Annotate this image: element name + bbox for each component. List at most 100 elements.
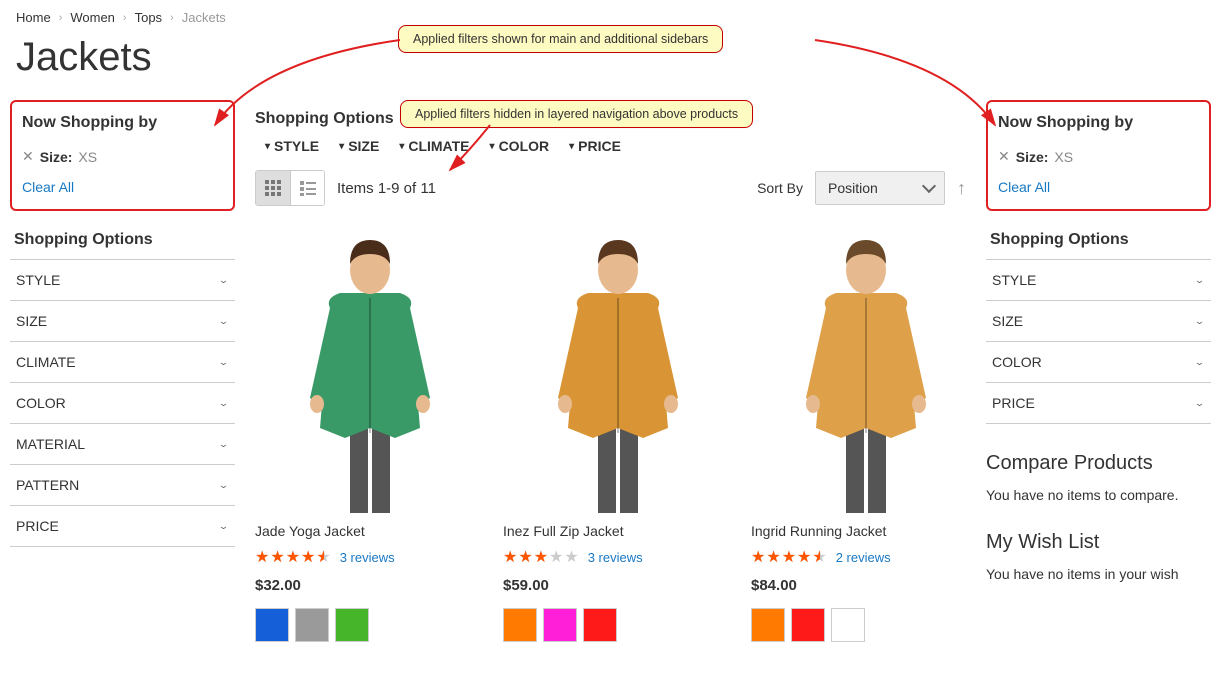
product-image[interactable] <box>751 228 981 513</box>
filter-value: XS <box>78 149 97 165</box>
star-rating: ★★★★★★★★★★ <box>255 547 332 567</box>
hfilter-color[interactable]: ▾ COLOR <box>490 138 550 154</box>
applied-filter-size: ✕ Size: XS <box>998 148 1199 165</box>
close-icon[interactable]: ✕ <box>998 148 1010 165</box>
grid-view-button[interactable] <box>256 171 290 205</box>
product-name[interactable]: Jade Yoga Jacket <box>255 523 485 539</box>
color-swatch[interactable] <box>543 608 577 642</box>
color-swatch[interactable] <box>583 608 617 642</box>
color-swatch[interactable] <box>255 608 289 642</box>
right-options-list: STYLE ⌄ SIZE⌄COLOR⌄ PRICE ⌄ <box>986 259 1211 424</box>
hfilter-price[interactable]: ▾ PRICE <box>569 138 621 154</box>
color-swatch[interactable] <box>335 608 369 642</box>
rating-row: ★★★★★★★★★★ 3 reviews <box>255 547 485 567</box>
color-swatch[interactable] <box>751 608 785 642</box>
chevron-down-icon: ⌄ <box>218 520 229 531</box>
product-card: Ingrid Running Jacket ★★★★★★★★★★2 reviews… <box>751 228 981 642</box>
filter-option-style[interactable]: STYLE ⌄ <box>986 260 1211 301</box>
breadcrumbs: Home›Women›Tops›Jackets <box>0 0 1221 25</box>
breadcrumb-women[interactable]: Women <box>70 10 115 25</box>
chevron-down-icon: ⌄ <box>218 479 229 490</box>
breadcrumb-home[interactable]: Home <box>16 10 51 25</box>
filter-label: COLOR <box>992 354 1042 370</box>
color-swatch[interactable] <box>791 608 825 642</box>
filter-option-climate[interactable]: CLIMATE ⌄ <box>10 342 235 383</box>
now-shopping-title: Now Shopping by <box>998 114 1199 132</box>
reviews-link[interactable]: 2 reviews <box>836 550 891 565</box>
hfilter-style[interactable]: ▾STYLE <box>265 138 319 154</box>
chevron-right-icon: › <box>123 12 127 24</box>
reviews-link[interactable]: 3 reviews <box>340 550 395 565</box>
filter-label: Size: <box>1016 149 1049 165</box>
chevron-right-icon: › <box>170 12 174 24</box>
filter-option-price[interactable]: PRICE ⌄ <box>10 506 235 547</box>
product-card: Inez Full Zip Jacket★★★★★★★★★★3 reviews$… <box>503 228 733 642</box>
filter-label: CLIMATE <box>16 354 76 370</box>
toolbar: Items 1-9 of 11 Sort By Position ↑ <box>255 170 966 206</box>
shopping-options-title: Shopping Options <box>14 231 235 249</box>
hfilter-label: PRICE <box>578 138 621 154</box>
chevron-down-icon: ⌄ <box>218 315 229 326</box>
hfilter-label: COLOR <box>499 138 550 154</box>
hfilter-label: CLIMATE <box>408 138 469 154</box>
now-shopping-right: Now Shopping by ✕ Size: XS Clear All <box>986 100 1211 211</box>
filter-label: PRICE <box>992 395 1035 411</box>
chevron-down-icon: ⌄ <box>218 274 229 285</box>
chevron-down-icon: ⌄ <box>1194 397 1205 408</box>
filter-option-pattern[interactable]: PATTERN ⌄ <box>10 465 235 506</box>
left-options-list: STYLE⌄SIZE⌄CLIMATE⌄COLOR⌄MATERIAL⌄PATTER… <box>10 259 235 547</box>
shopping-options-title: Shopping Options <box>990 231 1211 249</box>
filter-label: PRICE <box>16 518 59 534</box>
filter-option-size[interactable]: SIZE⌄ <box>986 301 1211 342</box>
clear-all-link[interactable]: Clear All <box>22 179 223 195</box>
product-image[interactable] <box>503 228 733 513</box>
product-grid: Jade Yoga Jacket★★★★★★★★★★3 reviews$32.0… <box>255 228 966 642</box>
filter-option-color[interactable]: COLOR⌄ <box>10 383 235 424</box>
color-swatches <box>255 608 485 642</box>
now-shopping-title: Now Shopping by <box>22 114 223 132</box>
filter-option-size[interactable]: SIZE⌄ <box>10 301 235 342</box>
left-sidebar: Now Shopping by ✕ Size: XS Clear All Sho… <box>10 100 235 642</box>
sort-select[interactable]: Position <box>815 171 945 205</box>
chevron-down-icon: ⌄ <box>218 356 229 367</box>
product-name[interactable]: Ingrid Running Jacket <box>751 523 981 539</box>
filter-label: STYLE <box>992 272 1036 288</box>
wishlist-empty: You have no items in your wish <box>986 566 1211 582</box>
product-price: $84.00 <box>751 577 981 594</box>
filter-label: PATTERN <box>16 477 79 493</box>
sort-direction-button[interactable]: ↑ <box>957 178 966 199</box>
caret-down-icon: ▾ <box>339 141 344 152</box>
chevron-down-icon: ⌄ <box>1194 274 1205 285</box>
color-swatches <box>503 608 733 642</box>
rating-row: ★★★★★★★★★★2 reviews <box>751 547 981 567</box>
filter-option-color[interactable]: COLOR⌄ <box>986 342 1211 383</box>
color-swatch[interactable] <box>295 608 329 642</box>
filter-value: XS <box>1054 149 1073 165</box>
breadcrumb-tops[interactable]: Tops <box>135 10 162 25</box>
hfilter-climate[interactable]: ▾CLIMATE <box>399 138 469 154</box>
filter-label: MATERIAL <box>16 436 85 452</box>
main-content: Shopping Options ▾STYLE▾SIZE▾CLIMATE▾COL… <box>255 100 966 642</box>
color-swatch[interactable] <box>831 608 865 642</box>
caret-down-icon: ▾ <box>569 141 574 152</box>
color-swatch[interactable] <box>503 608 537 642</box>
list-view-button[interactable] <box>290 171 324 205</box>
filter-option-price[interactable]: PRICE ⌄ <box>986 383 1211 424</box>
product-image[interactable] <box>255 228 485 513</box>
sort-by-label: Sort By <box>757 180 803 196</box>
close-icon[interactable]: ✕ <box>22 148 34 165</box>
caret-down-icon: ▾ <box>490 141 495 152</box>
reviews-link[interactable]: 3 reviews <box>588 550 643 565</box>
hfilter-size[interactable]: ▾SIZE <box>339 138 379 154</box>
horizontal-filters: ▾STYLE▾SIZE▾CLIMATE▾COLOR▾PRICE <box>255 138 966 154</box>
right-sidebar: Now Shopping by ✕ Size: XS Clear All Sho… <box>986 100 1211 642</box>
product-name[interactable]: Inez Full Zip Jacket <box>503 523 733 539</box>
chevron-down-icon: ⌄ <box>218 438 229 449</box>
clear-all-link[interactable]: Clear All <box>998 179 1199 195</box>
filter-option-style[interactable]: STYLE⌄ <box>10 260 235 301</box>
sort-value: Position <box>828 180 878 196</box>
filter-option-material[interactable]: MATERIAL ⌄ <box>10 424 235 465</box>
shopping-options-title-main: Shopping Options <box>255 110 966 128</box>
color-swatches <box>751 608 981 642</box>
chevron-down-icon: ⌄ <box>218 397 229 408</box>
